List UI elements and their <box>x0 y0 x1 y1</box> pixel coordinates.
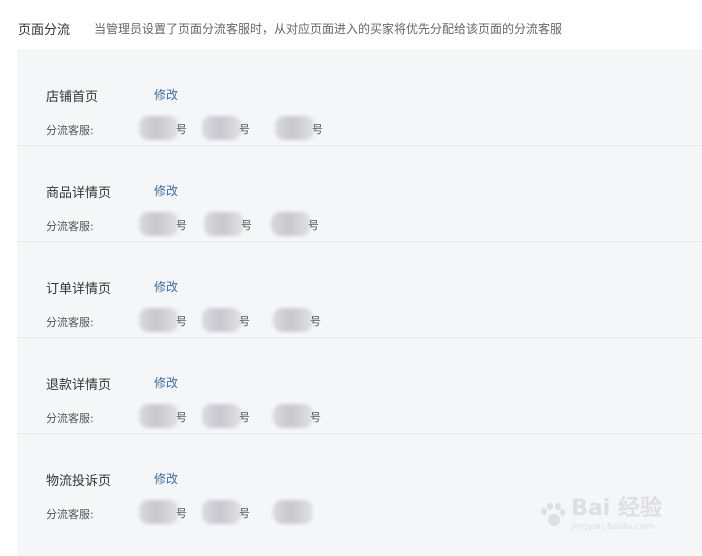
agent-suffix: 号 <box>239 411 250 424</box>
redacted-agent-name <box>202 308 242 332</box>
redacted-agent-name <box>139 308 179 332</box>
row-title: 店铺首页 <box>46 90 99 105</box>
agent-suffix: 号 <box>176 507 187 520</box>
agent-suffix: 号 <box>241 219 252 232</box>
agent-suffix: 号 <box>310 315 321 328</box>
redacted-agent-name <box>202 404 242 428</box>
agent-suffix: 号 <box>310 411 321 424</box>
watermark-text: Bai 经验 <box>571 496 662 521</box>
edit-link[interactable]: 修改 <box>154 470 178 487</box>
agent-suffix: 号 <box>312 123 323 136</box>
row-title: 订单详情页 <box>46 282 112 297</box>
agent-item: 号 <box>139 308 191 332</box>
agent-suffix: 号 <box>176 315 187 328</box>
agent-label: 分流客服: <box>46 220 94 233</box>
agent-suffix: 号 <box>239 507 250 520</box>
baidu-jingyan-watermark: Bai 经验 jingyan.baidu.com <box>539 498 662 532</box>
agent-suffix: 号 <box>308 219 319 232</box>
agent-item: 号 <box>202 116 254 140</box>
agent-item: 号 <box>202 500 254 524</box>
redacted-agent-name <box>139 116 179 140</box>
agent-item: 号 <box>273 404 325 428</box>
redacted-agent-name <box>275 116 315 140</box>
agent-item: 号 <box>204 212 256 236</box>
section-description: 当管理员设置了页面分流客服时，从对应页面进入的买家将优先分配给该页面的分流客服 <box>94 21 563 36</box>
agent-suffix: 号 <box>176 411 187 424</box>
diversion-row-store-home: 店铺首页 修改 分流客服: 号 号 号 <box>17 49 702 146</box>
agent-item: 号 <box>139 212 191 236</box>
agent-item: 号 <box>202 404 254 428</box>
row-title: 退款详情页 <box>46 378 112 393</box>
redacted-agent-name <box>139 404 179 428</box>
row-title: 商品详情页 <box>46 186 112 201</box>
redacted-agent-name <box>273 404 313 428</box>
edit-link[interactable]: 修改 <box>154 374 178 391</box>
redacted-agent-name <box>273 308 313 332</box>
agent-suffix: 号 <box>239 123 250 136</box>
agent-label: 分流客服: <box>46 316 94 329</box>
agent-suffix: 号 <box>176 219 187 232</box>
redacted-agent-name <box>204 212 244 236</box>
page-diversion-panel: 店铺首页 修改 分流客服: 号 号 号 商品详情页 修改 分流客服: 号 号 号… <box>17 49 702 556</box>
diversion-row-order-detail: 订单详情页 修改 分流客服: 号 号 号 <box>17 241 702 338</box>
redacted-agent-name <box>139 500 179 524</box>
section-title: 页面分流 <box>18 22 71 38</box>
edit-link[interactable]: 修改 <box>154 182 178 199</box>
agent-label: 分流客服: <box>46 124 94 137</box>
redacted-agent-name <box>202 500 242 524</box>
agent-item: 号 <box>139 116 191 140</box>
paw-logo-icon <box>539 502 566 528</box>
redacted-agent-name <box>271 212 311 236</box>
agent-item: 号 <box>273 308 325 332</box>
redacted-agent-name <box>273 500 313 524</box>
agent-item: 号 <box>139 500 191 524</box>
agent-item: 号 <box>202 308 254 332</box>
agent-item <box>273 500 325 524</box>
redacted-agent-name <box>202 116 242 140</box>
watermark-subtext: jingyan.baidu.com <box>571 522 655 532</box>
agent-label: 分流客服: <box>46 508 94 521</box>
edit-link[interactable]: 修改 <box>154 278 178 295</box>
diversion-row-product-detail: 商品详情页 修改 分流客服: 号 号 号 <box>17 145 702 242</box>
agent-item: 号 <box>275 116 327 140</box>
row-title: 物流投诉页 <box>46 474 112 489</box>
page-header: 页面分流 当管理员设置了页面分流客服时，从对应页面进入的买家将优先分配给该页面的… <box>18 18 562 38</box>
agent-label: 分流客服: <box>46 412 94 425</box>
redacted-agent-name <box>139 212 179 236</box>
edit-link[interactable]: 修改 <box>154 86 178 103</box>
agent-suffix: 号 <box>176 123 187 136</box>
agent-item: 号 <box>139 404 191 428</box>
agent-suffix: 号 <box>239 315 250 328</box>
agent-item: 号 <box>271 212 323 236</box>
diversion-row-refund-detail: 退款详情页 修改 分流客服: 号 号 号 <box>17 337 702 434</box>
